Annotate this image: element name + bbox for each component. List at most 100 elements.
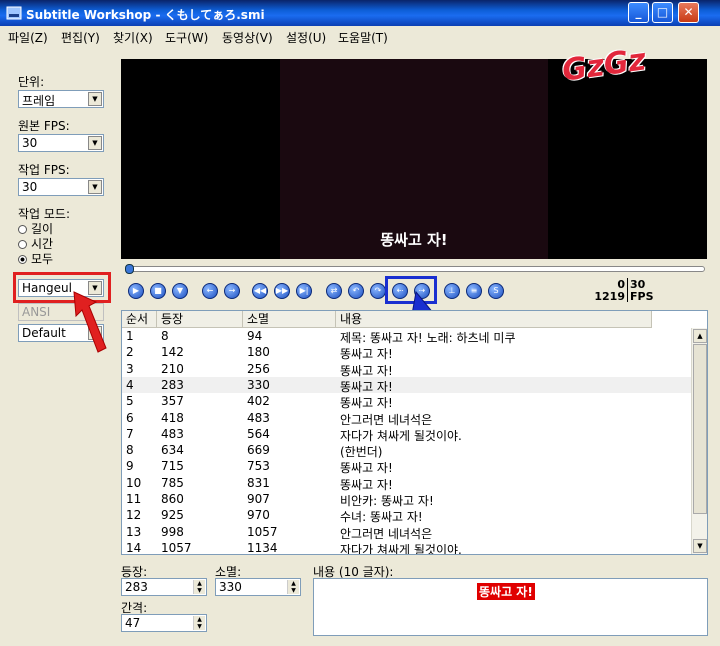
table-row[interactable]: 5 357 402 똥싸고 자!	[122, 393, 692, 410]
table-row[interactable]: 9 715 753 똥싸고 자!	[122, 458, 692, 475]
row-start: 142	[161, 345, 184, 360]
play-icon[interactable]: ▶	[128, 283, 144, 299]
row-index: 1	[126, 329, 134, 343]
start-sync-icon[interactable]: ⊥	[444, 283, 460, 299]
next-sub-icon[interactable]: ↷	[370, 283, 386, 299]
row-start: 357	[161, 394, 184, 409]
table-row[interactable]: 11 860 907 비안카: 똥싸고 자!	[122, 491, 692, 508]
fps-unit: FPS	[630, 290, 654, 303]
menu-help[interactable]: 도움말(T)	[338, 29, 388, 46]
close-button[interactable]: ✕	[678, 2, 699, 23]
table-row[interactable]: 6 418 483 안그러면 네녀석은	[122, 410, 692, 427]
table-row[interactable]: 1 8 94 제목: 똥싸고 자! 노래: 하츠네 미쿠	[122, 328, 692, 345]
vertical-scrollbar[interactable]: ▲ ▼	[691, 328, 707, 554]
table-row[interactable]: 10 785 831 똥싸고 자!	[122, 475, 692, 492]
app-icon	[6, 6, 22, 20]
red-arrow-icon	[73, 291, 107, 353]
spin-arrows-icon[interactable]: ▲ ▼	[287, 580, 299, 594]
chevron-down-icon[interactable]: ▼	[88, 136, 102, 150]
row-end: 564	[247, 426, 270, 441]
scroll-down-icon[interactable]: ▼	[693, 539, 707, 553]
start-time-input[interactable]: 283 ▲ ▼	[121, 578, 207, 596]
table-row[interactable]: 4 283 330 똥싸고 자!	[122, 376, 692, 394]
seek-bar[interactable]	[125, 264, 705, 274]
end-sync-icon[interactable]: S	[488, 283, 504, 299]
row-index: 3	[126, 361, 134, 376]
spin-arrows-icon[interactable]: ▲ ▼	[193, 580, 205, 594]
radio-checked-icon	[18, 255, 27, 264]
stop-icon[interactable]: ■	[150, 283, 166, 299]
work-fps-select[interactable]: 30 ▼	[18, 178, 104, 196]
minimize-button[interactable]: _	[628, 2, 649, 23]
source-fps-label: 원본 FPS:	[18, 119, 70, 133]
source-fps-select[interactable]: 30 ▼	[18, 134, 104, 152]
row-index: 2	[126, 345, 134, 360]
row-end: 753	[247, 459, 270, 474]
spin-arrows-icon[interactable]: ▲ ▼	[193, 616, 205, 630]
mode-radio-label: 시간	[31, 237, 54, 251]
table-row[interactable]: 12 925 970 수녀: 똥싸고 자!	[122, 507, 692, 524]
row-end: 330	[247, 377, 270, 392]
menu-file[interactable]: 파일(Z)	[8, 29, 48, 46]
video-preview[interactable]: 똥싸고 자!	[121, 59, 707, 259]
table-row[interactable]: 14 1057 1134 자다가 쳐싸게 될것이야.	[122, 540, 692, 555]
row-start: 715	[161, 459, 184, 474]
subtitle-text-input[interactable]: 똥싸고 자!	[313, 578, 708, 636]
row-start: 283	[161, 377, 184, 392]
maximize-button[interactable]: □	[652, 2, 673, 23]
row-start: 998	[161, 524, 184, 539]
chevron-down-icon[interactable]: ▼	[88, 180, 102, 194]
row-end: 669	[247, 443, 270, 458]
selected-text: 똥싸고 자!	[477, 583, 535, 600]
mode-radio-label: 모두	[31, 252, 54, 266]
row-index: 11	[126, 492, 142, 506]
skip-icon[interactable]: ▶|	[296, 283, 312, 299]
pause-icon[interactable]: ▼	[172, 283, 188, 299]
subtitle-table[interactable]: 순서 등장 소멸 내용 1 8 94 제목: 똥싸고 자! 노래: 하츠네 미쿠 2 14…	[121, 310, 708, 555]
menu-edit[interactable]: 편집(Y)	[61, 29, 100, 46]
title-bar: Subtitle Workshop - くもしてぁろ.smi _ □ ✕	[0, 0, 720, 26]
column-header-start[interactable]: 등장	[157, 311, 243, 328]
row-start: 925	[161, 508, 184, 523]
menu-settings[interactable]: 설정(U)	[286, 29, 326, 46]
column-header-end[interactable]: 소멸	[243, 311, 336, 328]
row-index: 9	[126, 459, 134, 474]
end-time-input[interactable]: 330 ▲ ▼	[215, 578, 301, 596]
fast-forward-icon[interactable]: ▶▶	[274, 283, 290, 299]
row-start: 8	[161, 329, 169, 343]
chevron-down-icon[interactable]: ▼	[88, 92, 102, 106]
table-row[interactable]: 7 483 564 자다가 쳐싸게 될것이야.	[122, 426, 692, 443]
middle-sync-icon[interactable]: ≡	[466, 283, 482, 299]
column-header-index[interactable]: 순서	[122, 311, 157, 328]
scroll-thumb[interactable]	[693, 344, 707, 514]
table-row[interactable]: 8 634 669 (한번더)	[122, 442, 692, 459]
table-row[interactable]: 13 998 1057 안그러면 네녀석은	[122, 524, 692, 541]
row-end: 970	[247, 508, 270, 523]
row-start: 418	[161, 410, 184, 425]
menu-tools[interactable]: 도구(W)	[165, 29, 208, 46]
rewind-icon[interactable]: ◀◀	[252, 283, 268, 299]
scroll-up-icon[interactable]: ▲	[693, 329, 707, 343]
duration-value: 47	[125, 616, 141, 630]
menu-video[interactable]: 동영상(V)	[222, 29, 273, 46]
mode-radio-both[interactable]: 모두	[18, 250, 53, 267]
prev-sub-icon[interactable]: ↶	[348, 283, 364, 299]
table-row[interactable]: 2 142 180 똥싸고 자!	[122, 344, 692, 361]
row-index: 13	[126, 524, 142, 539]
seek-thumb[interactable]	[125, 264, 134, 274]
loop-icon[interactable]: ⇄	[326, 283, 342, 299]
row-index: 10	[126, 475, 142, 490]
row-end: 1134	[247, 540, 278, 555]
column-header-text[interactable]: 내용	[336, 311, 652, 328]
back-icon[interactable]: ←	[202, 283, 218, 299]
duration-input[interactable]: 47 ▲ ▼	[121, 614, 207, 632]
forward-icon[interactable]: →	[224, 283, 240, 299]
row-index: 8	[126, 443, 134, 458]
total-frames: 1219	[594, 290, 625, 303]
unit-select[interactable]: 프레임 ▼	[18, 90, 104, 108]
table-row[interactable]: 3 210 256 똥싸고 자!	[122, 361, 692, 378]
end-time-value: 330	[219, 580, 242, 594]
row-end: 907	[247, 492, 270, 506]
row-text: 자다가 쳐싸게 될것이야.	[340, 542, 462, 555]
menu-find[interactable]: 찾기(X)	[113, 29, 153, 46]
